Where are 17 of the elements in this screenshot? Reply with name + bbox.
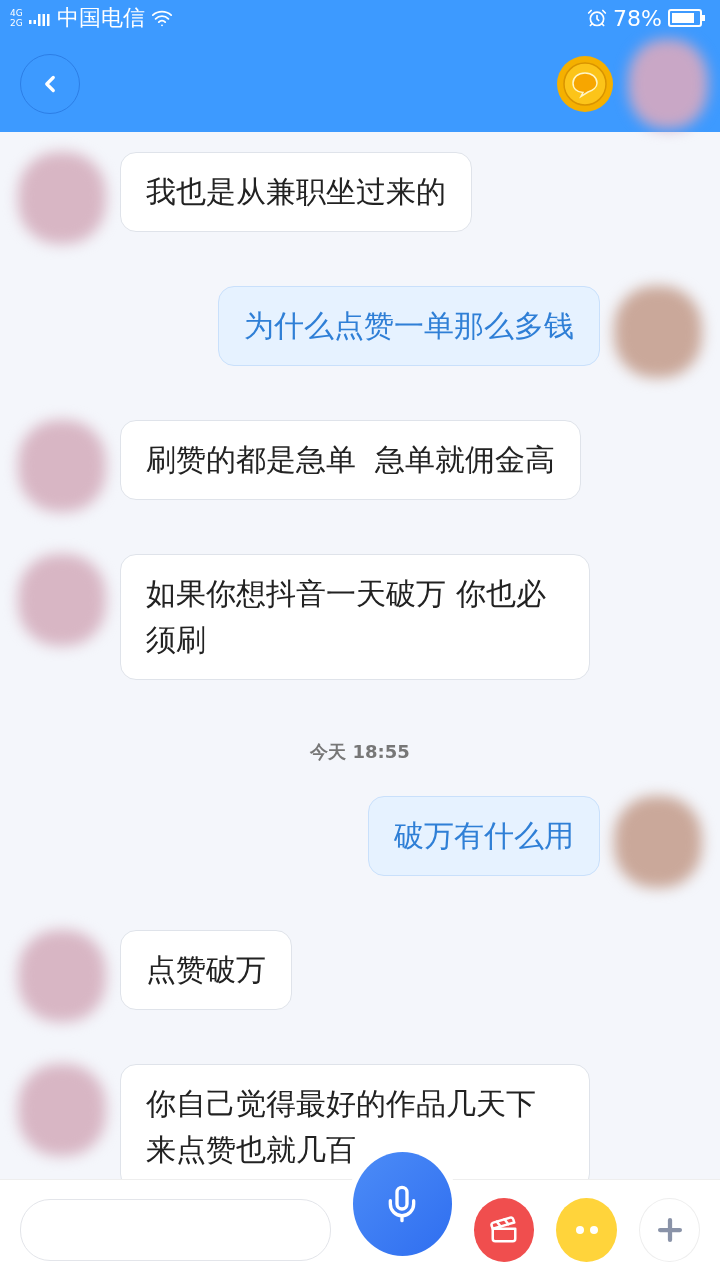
alarm-icon bbox=[587, 8, 608, 28]
timestamp: 今天 18:55 bbox=[309, 740, 411, 764]
message-bubble: 刷赞的都是急单 急单就佣金高 bbox=[120, 420, 582, 500]
battery-icon bbox=[668, 9, 706, 27]
network-label: 4G bbox=[10, 8, 23, 18]
coin-icon[interactable] bbox=[556, 55, 614, 113]
message-bubble: 点赞破万 bbox=[120, 930, 292, 1010]
video-icon bbox=[489, 1215, 520, 1245]
avatar[interactable] bbox=[628, 39, 708, 129]
message-bubble: 破万有什么用 bbox=[368, 796, 600, 876]
message-bubble: 你自己觉得最好的作品几天下来点赞也就几百 bbox=[120, 1064, 590, 1179]
battery-percent: 78% bbox=[613, 5, 662, 31]
message-bubble: 我也是从兼职坐过来的 bbox=[120, 152, 472, 232]
carrier-name: 中国电信 bbox=[56, 4, 145, 32]
message-bubble: 为什么点赞一单那么多钱 bbox=[218, 286, 600, 366]
message-bubble: 如果你想抖音一天破万 你也必须刷 bbox=[120, 554, 590, 680]
network-label: 2G bbox=[10, 18, 23, 28]
